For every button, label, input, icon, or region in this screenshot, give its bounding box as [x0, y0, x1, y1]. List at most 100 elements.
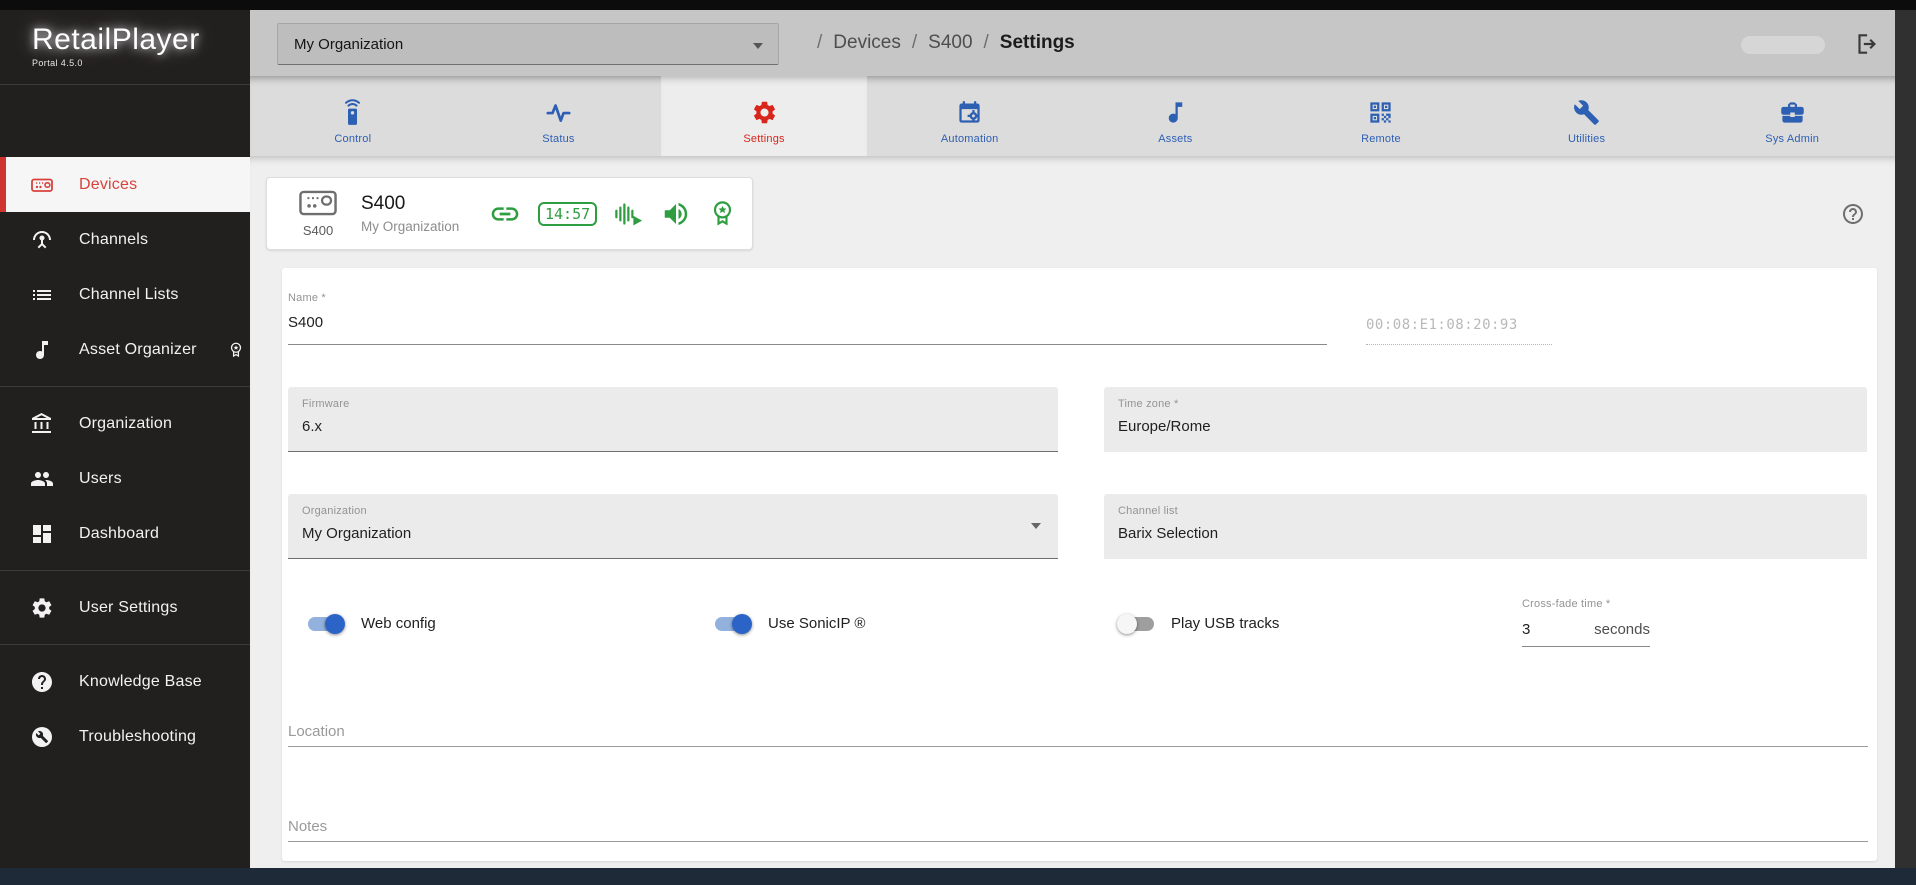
tab-label: Sys Admin — [1765, 133, 1820, 145]
device-subtitle: My Organization — [361, 219, 460, 234]
sidebar-item-label: Devices — [79, 175, 138, 193]
calendar-gear-icon — [956, 98, 983, 126]
usb-tracks-toggle[interactable] — [1117, 613, 1154, 634]
brand-name: RetailPlayer — [32, 23, 200, 56]
antenna-icon — [29, 227, 55, 253]
sonicip-toggle-group[interactable]: Use SonicIP ® — [715, 613, 866, 634]
sidebar-item-label: Asset Organizer — [79, 340, 197, 358]
volume-icon — [661, 199, 691, 229]
device-title-block: S400 My Organization — [361, 193, 489, 234]
dashboard-icon — [29, 521, 55, 547]
crossfade-input[interactable]: 3 seconds — [1522, 621, 1650, 647]
premium-badge-icon — [227, 341, 245, 359]
help-circle-icon — [29, 669, 55, 695]
playing-icon — [614, 199, 644, 229]
gear-icon — [29, 595, 55, 621]
tab-assets[interactable]: Assets — [1073, 76, 1279, 156]
sonicip-toggle[interactable] — [715, 613, 752, 634]
help-outline-icon — [1841, 204, 1865, 230]
music-note-icon — [29, 337, 55, 363]
crossfade-unit: seconds — [1594, 621, 1650, 638]
tab-automation[interactable]: Automation — [867, 76, 1073, 156]
settings-content: S400 S400 My Organization 14:57 Name * S… — [250, 156, 1895, 868]
notes-field[interactable]: Notes — [288, 818, 1868, 842]
tab-utilities[interactable]: Utilities — [1484, 76, 1690, 156]
device-title: S400 — [361, 193, 406, 214]
sidebar-item-dashboard[interactable]: Dashboard — [0, 506, 250, 561]
channel-list-value: Barix Selection — [1118, 525, 1219, 542]
toolbox-icon — [1779, 98, 1806, 126]
breadcrumb-device-name[interactable]: S400 — [928, 32, 972, 54]
breadcrumb-separator: / — [817, 32, 823, 53]
tab-label: Assets — [1158, 133, 1193, 145]
breadcrumb: / Devices / S400 / Settings — [817, 10, 1075, 76]
device-clock-badge: 14:57 — [538, 201, 598, 226]
crossfade-value: 3 — [1522, 621, 1531, 638]
channel-list-field[interactable]: Channel list Barix Selection — [1104, 494, 1867, 559]
sidebar-item-label: Users — [79, 469, 122, 487]
tab-sys-admin[interactable]: Sys Admin — [1689, 76, 1895, 156]
device-tab-bar: Control Status Settings Automation Asset… — [250, 76, 1895, 156]
sidebar-item-label: Channel Lists — [79, 285, 179, 303]
usb-tracks-toggle-group[interactable]: Play USB tracks — [1117, 613, 1280, 634]
breadcrumb-separator: / — [911, 32, 918, 53]
window-bottom-bar — [0, 868, 1916, 885]
pulse-icon — [545, 98, 572, 126]
tab-remote[interactable]: Remote — [1278, 76, 1484, 156]
logout-icon — [1853, 34, 1879, 61]
sidebar-item-troubleshooting[interactable]: Troubleshooting — [0, 709, 250, 764]
toggle-knob — [325, 613, 345, 634]
logout-button[interactable] — [1853, 31, 1879, 57]
sidebar-item-organization[interactable]: Organization — [0, 396, 250, 451]
chevron-down-icon — [753, 43, 763, 49]
timezone-label: Time zone * — [1118, 398, 1179, 410]
sidebar-item-asset-organizer[interactable]: Asset Organizer — [0, 322, 250, 377]
users-icon — [29, 466, 55, 492]
main-area: My Organization / Devices / S400 / Setti… — [250, 10, 1895, 868]
link-icon — [489, 198, 521, 230]
name-field[interactable]: Name * S400 — [288, 292, 1327, 345]
sidebar-item-users[interactable]: Users — [0, 451, 250, 506]
tab-label: Settings — [743, 133, 785, 145]
firmware-label: Firmware — [302, 398, 350, 410]
location-field[interactable]: Location — [288, 723, 1868, 747]
breadcrumb-devices[interactable]: Devices — [833, 32, 901, 54]
notes-label: Notes — [288, 818, 328, 835]
help-button[interactable] — [1841, 202, 1865, 226]
device-icon — [298, 190, 338, 221]
web-config-toggle-group[interactable]: Web config — [308, 613, 436, 634]
sidebar-item-channels[interactable]: Channels — [0, 212, 250, 267]
organization-select[interactable]: My Organization — [277, 23, 779, 65]
brand-logo: RetailPlayer Portal 4.5.0 — [0, 10, 250, 85]
music-note-icon — [1162, 98, 1189, 126]
gear-icon — [751, 98, 778, 126]
sidebar-item-knowledge-base[interactable]: Knowledge Base — [0, 654, 250, 709]
sidebar-item-user-settings[interactable]: User Settings — [0, 580, 250, 635]
sidebar-item-devices[interactable]: Devices — [0, 157, 250, 212]
toggle-knob — [1117, 613, 1137, 634]
top-header: My Organization / Devices / S400 / Setti… — [250, 10, 1895, 76]
toggle-knob — [732, 613, 752, 634]
name-label: Name * — [288, 292, 326, 304]
tab-settings[interactable]: Settings — [661, 76, 867, 156]
web-config-toggle[interactable] — [308, 613, 345, 634]
breadcrumb-separator: / — [983, 32, 989, 53]
sidebar-item-label: Channels — [79, 230, 149, 248]
device-type-label: S400 — [302, 222, 334, 238]
device-summary-card[interactable]: S400 S400 My Organization 14:57 — [266, 177, 753, 250]
channel-list-label: Channel list — [1118, 505, 1178, 517]
crossfade-field[interactable]: Cross-fade time * 3 seconds — [1522, 598, 1650, 647]
location-label: Location — [288, 723, 345, 740]
organization-field[interactable]: Organization My Organization — [288, 494, 1058, 559]
list-icon — [29, 282, 55, 308]
tab-control[interactable]: Control — [250, 76, 456, 156]
app-window: RetailPlayer Portal 4.5.0 Devices Channe… — [0, 0, 1916, 885]
sidebar-item-label: Knowledge Base — [79, 672, 202, 690]
mac-address-field: 00:08:E1:08:20:93 — [1366, 292, 1552, 345]
tab-status[interactable]: Status — [456, 76, 662, 156]
window-right-edge — [1895, 10, 1916, 868]
sidebar-item-channel-lists[interactable]: Channel Lists — [0, 267, 250, 322]
timezone-field[interactable]: Time zone * Europe/Rome — [1104, 387, 1867, 452]
user-pill — [1741, 36, 1825, 54]
toggle-label: Play USB tracks — [1171, 615, 1280, 632]
